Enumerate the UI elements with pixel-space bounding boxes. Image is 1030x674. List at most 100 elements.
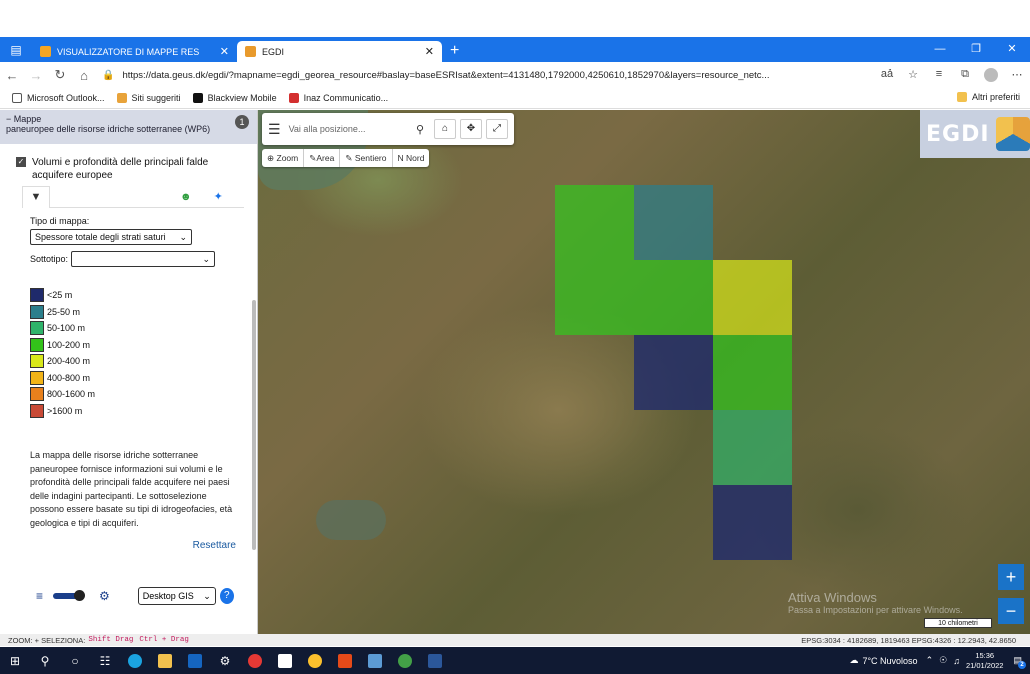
volume-icon[interactable]: ♫ xyxy=(953,656,960,666)
north-tool[interactable]: N Nord xyxy=(393,149,430,167)
favorite-inaz[interactable]: Inaz Communicatio... xyxy=(288,93,388,103)
windows-taskbar: ⊞ ⚲ ○ ☷ ⚙ ☁ 7°C Nuvoloso ⌃ ☉ ♫ 15:36 21/… xyxy=(0,647,1030,674)
minimize-icon[interactable]: — xyxy=(922,37,958,62)
windows-start-icon[interactable]: ⊞ xyxy=(0,647,30,674)
locate-tab-icon[interactable]: ✦ xyxy=(214,190,223,203)
tab-close-icon[interactable]: ✕ xyxy=(220,45,229,58)
tab-close-icon[interactable]: ✕ xyxy=(425,45,434,58)
layer-tabs: ▼ ☻ ✦ xyxy=(22,185,244,208)
zoom-tool[interactable]: ⊕ Zoom xyxy=(262,149,305,167)
help-icon[interactable]: ? xyxy=(219,588,234,604)
activation-watermark: Attiva Windows Passa a Impostazioni per … xyxy=(788,590,963,615)
favorites-list-icon[interactable]: ≡ xyxy=(926,68,952,82)
legend: <25 m 25-50 m 50-100 m 100-200 m 200-400… xyxy=(30,287,236,419)
search-icon[interactable]: ⚲ xyxy=(416,123,424,136)
fullscreen-icon[interactable]: ⤢ xyxy=(486,119,508,139)
profile-avatar[interactable] xyxy=(978,68,1004,82)
outlook-icon[interactable] xyxy=(180,647,210,674)
settings-icon[interactable]: ⚙ xyxy=(210,647,240,674)
layer-toggle[interactable]: ✓ Volumi e profondità delle principali f… xyxy=(0,144,257,186)
grid-cell xyxy=(634,335,713,410)
status-bar: ZOOM: + SELEZIONA: Shift Drag Ctrl + Dra… xyxy=(0,634,1030,646)
url-field[interactable]: 🔒 https://data.geus.dk/egdi/?mapname=egd… xyxy=(102,65,868,85)
zoom-in-button[interactable]: + xyxy=(998,564,1024,590)
area-tool[interactable]: ✎Area xyxy=(304,149,341,167)
tab-title: VISUALIZZATORE DI MAPPE RES xyxy=(57,46,200,57)
office-app-icon[interactable] xyxy=(330,647,360,674)
tab-actions-icon[interactable]: ▤ xyxy=(0,37,32,62)
layers-list-icon[interactable]: ≡ xyxy=(36,589,43,603)
chrome-icon[interactable] xyxy=(300,647,330,674)
home-icon[interactable]: ⌂ xyxy=(72,68,96,83)
edge-icon[interactable] xyxy=(120,647,150,674)
map-side-panel: − Mappe paneuropee delle risorse idriche… xyxy=(0,110,258,634)
legend-swatch xyxy=(30,387,44,402)
more-menu-icon[interactable]: ⋯ xyxy=(1004,68,1030,82)
gear-icon[interactable]: ⚙ xyxy=(99,589,110,603)
legend-item: 100-200 m xyxy=(30,337,236,354)
hamburger-menu-icon[interactable]: ☰ xyxy=(268,121,281,138)
map-type-select[interactable]: Spessore totale degli strati saturi ⌄ xyxy=(30,229,192,245)
panel-header-subtitle: paneuropee delle risorse idriche sotterr… xyxy=(6,124,211,134)
legend-label: 800-1600 m xyxy=(47,389,96,400)
opacity-slider[interactable] xyxy=(53,590,86,601)
clock[interactable]: 15:36 21/01/2022 xyxy=(966,651,1004,671)
document-icon[interactable] xyxy=(270,647,300,674)
home-view-icon[interactable]: ⌂ xyxy=(434,119,456,139)
word-icon[interactable] xyxy=(420,647,450,674)
watermark-title: Attiva Windows xyxy=(788,590,877,605)
tray-chevron-icon[interactable]: ⌃ xyxy=(926,655,934,666)
other-favorites[interactable]: Altri preferiti xyxy=(956,92,1020,102)
measure-tools: ⊕ Zoom ✎Area ✎ Sentiero N Nord xyxy=(262,149,430,167)
chrome-alt-icon[interactable] xyxy=(390,647,420,674)
reload-icon[interactable]: ↻ xyxy=(48,67,72,83)
legend-label: 25-50 m xyxy=(47,306,81,317)
map-type-value: Spessore totale degli strati saturi xyxy=(35,232,166,242)
gis-mode-select[interactable]: Desktop GIS ⌄ xyxy=(137,587,216,605)
subtype-select[interactable]: ⌄ xyxy=(71,251,216,267)
recenter-icon[interactable]: ✥ xyxy=(460,119,482,139)
notification-icon[interactable]: ▤ 2 xyxy=(1013,655,1026,669)
checkbox-checked-icon[interactable]: ✓ xyxy=(16,157,26,167)
layer-label: Volumi e profondità delle principali fal… xyxy=(32,157,209,181)
slider-handle[interactable] xyxy=(74,590,86,601)
close-window-icon[interactable]: ✕ xyxy=(994,37,1030,62)
office-icon[interactable] xyxy=(240,647,270,674)
file-explorer-icon[interactable] xyxy=(150,647,180,674)
watermark-text: Passa a Impostazioni per attivare Window… xyxy=(788,605,963,615)
favorite-blackview[interactable]: Blackview Mobile xyxy=(192,93,277,103)
favorite-outlook[interactable]: Microsoft Outlook... xyxy=(12,93,105,103)
path-tool[interactable]: ✎ Sentiero xyxy=(340,149,393,167)
weather-text[interactable]: 7°C Nuvoloso xyxy=(862,656,917,666)
browser-tab[interactable]: VISUALIZZATORE DI MAPPE RES ✕ xyxy=(32,41,237,62)
mail-icon[interactable] xyxy=(360,647,390,674)
back-icon[interactable]: ← xyxy=(0,68,24,83)
browser-tab-bar: ▤ VISUALIZZATORE DI MAPPE RES ✕ EGDI ✕ +… xyxy=(0,37,1030,62)
location-search-input[interactable]: Vai alla posizione... xyxy=(289,124,416,134)
chevron-down-icon: ⌄ xyxy=(203,590,211,601)
panel-scrollbar[interactable] xyxy=(252,300,256,550)
map-canvas[interactable] xyxy=(258,110,1030,634)
browser-tab-active[interactable]: EGDI ✕ xyxy=(237,41,442,62)
new-tab-icon[interactable]: + xyxy=(450,40,459,62)
panel-header[interactable]: − Mappe paneuropee delle risorse idriche… xyxy=(0,110,257,144)
task-view-icon[interactable]: ☷ xyxy=(90,647,120,674)
read-aloud-icon[interactable]: aả xyxy=(874,68,900,82)
zoom-out-button[interactable]: − xyxy=(998,598,1024,624)
network-icon[interactable]: ☉ xyxy=(939,655,947,666)
favorite-label: Siti suggeriti xyxy=(131,93,181,103)
grid-cell xyxy=(634,260,713,335)
forward-icon[interactable]: → xyxy=(24,68,48,83)
grid-cell xyxy=(555,260,634,335)
panel-bottom-tools: ≡ ⚙ Desktop GIS ⌄ ? xyxy=(36,584,248,608)
filter-tab-icon[interactable]: ▼ xyxy=(22,185,50,208)
search-icon[interactable]: ⚲ xyxy=(30,647,60,674)
favorite-star-icon[interactable]: ☆ xyxy=(900,68,926,82)
maximize-icon[interactable]: ❐ xyxy=(958,37,994,62)
cortana-icon[interactable]: ○ xyxy=(60,647,90,674)
favorites-bar: Microsoft Outlook... Siti suggeriti Blac… xyxy=(0,88,1030,109)
reset-link[interactable]: Resettare xyxy=(30,540,236,551)
collections-icon[interactable]: ⧉ xyxy=(952,68,978,82)
smiley-tab-icon[interactable]: ☻ xyxy=(180,191,192,203)
favorite-suggested-sites[interactable]: Siti suggeriti xyxy=(116,93,181,103)
